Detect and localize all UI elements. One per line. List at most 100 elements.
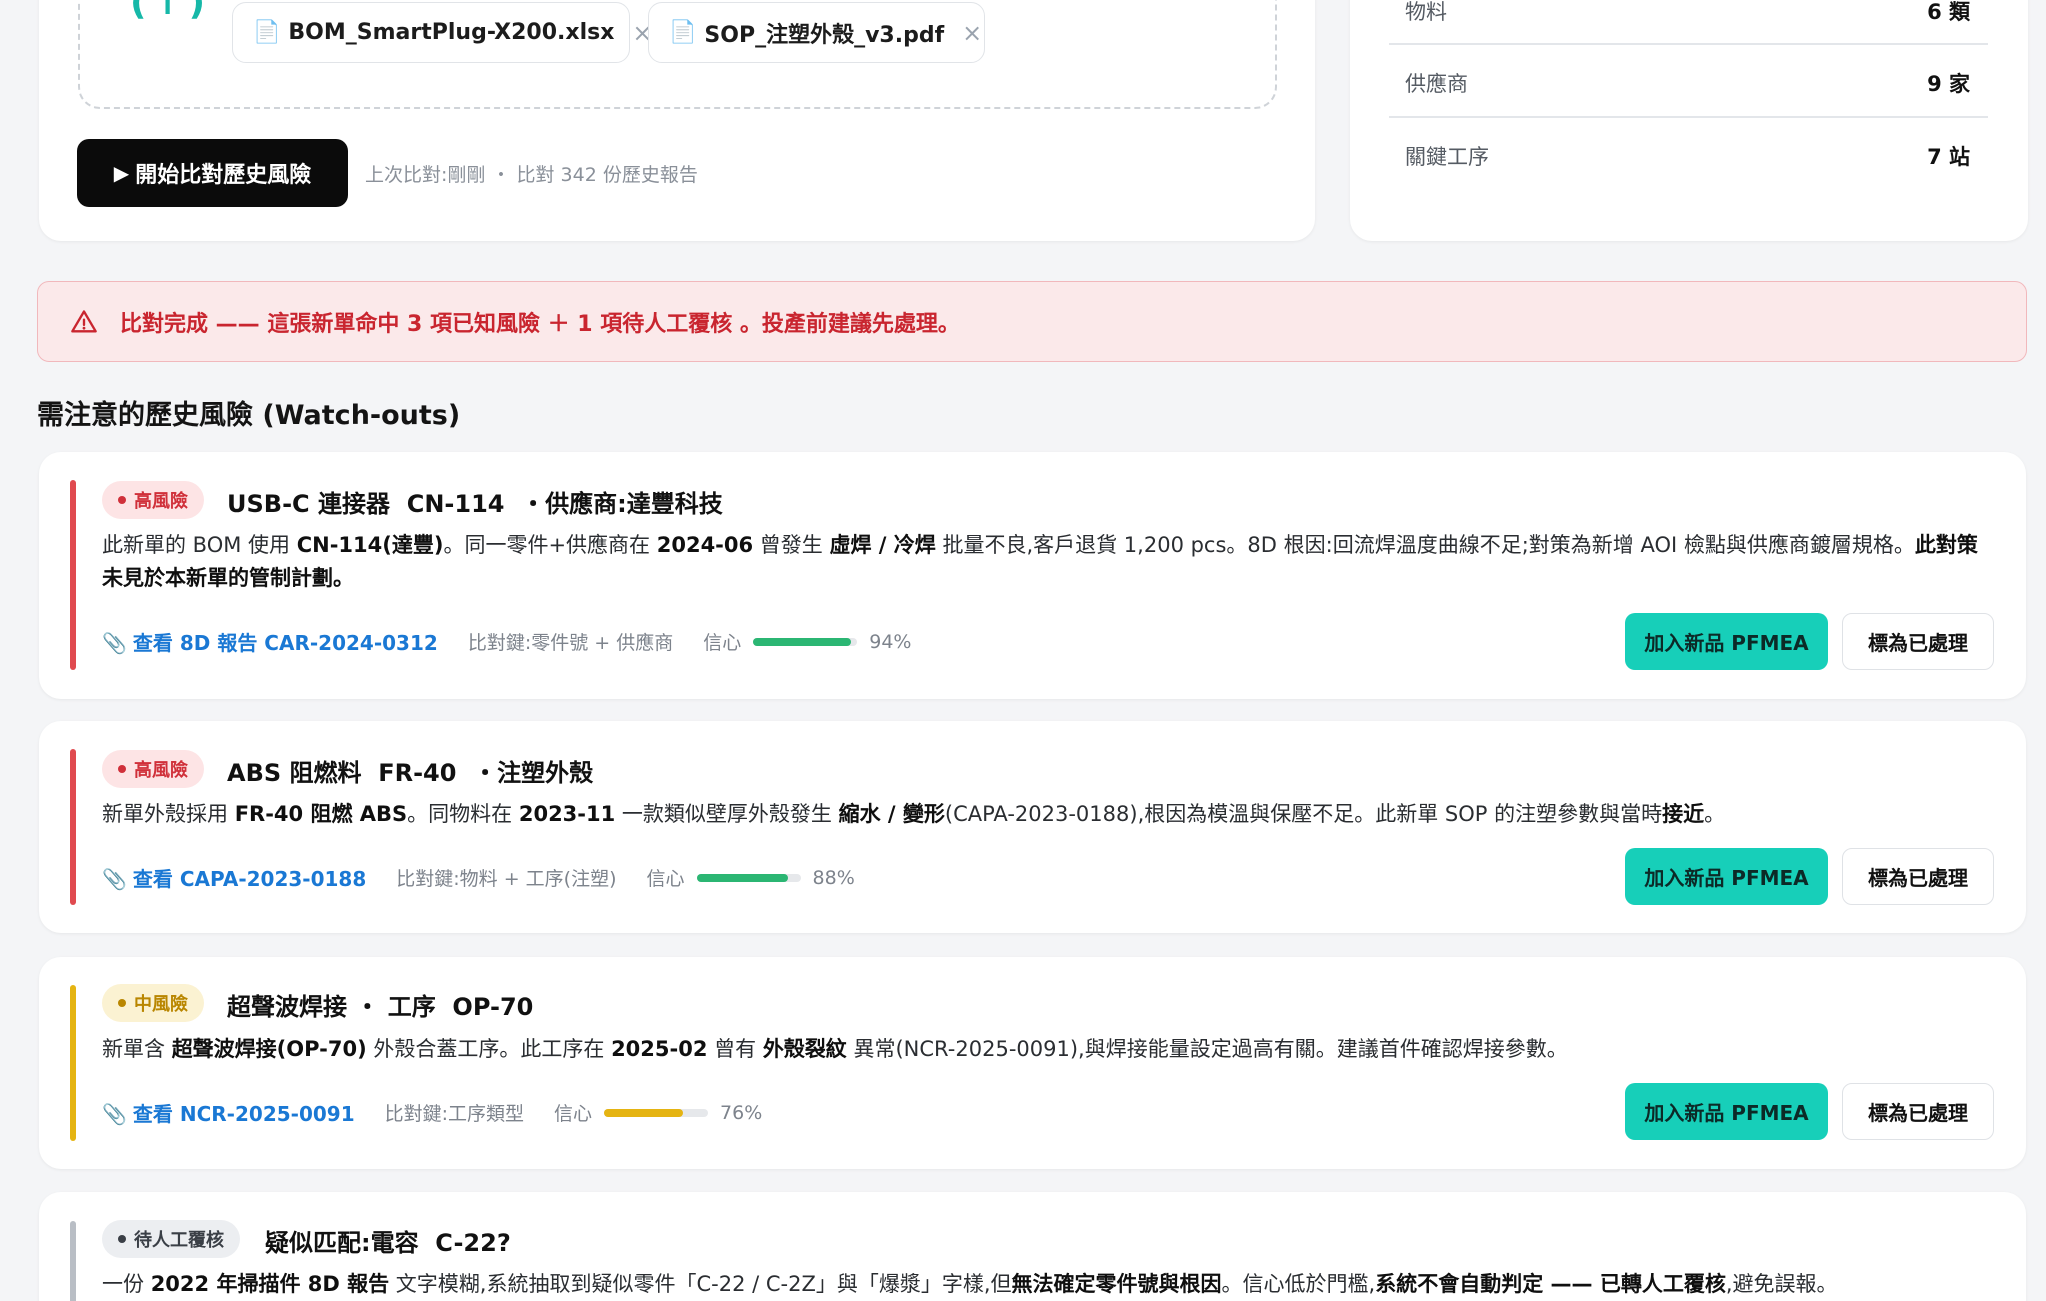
risk-title: USB-C 連接器 CN-114 ・供應商:達豐科技 (227, 490, 723, 518)
description-text: (CAPA-2023-0188),根因為模溫與保壓不足。此新單 SOP 的注塑參… (944, 802, 1663, 826)
badge-dot (118, 1235, 126, 1243)
risk-level-badge: 高風險 (102, 481, 204, 519)
description-text: 。同一零件+供應商在 (443, 533, 657, 557)
alert-pending-review: 1 項待人工覆核 (577, 311, 733, 337)
description-text: 異常(NCR-2025-0091),與焊接能量設定過高有關。建議首件確認焊接參數… (846, 1037, 1568, 1061)
emphasis-text: 接近 (1662, 802, 1705, 826)
file-name: SOP_注塑外殼_v3.pdf (704, 22, 945, 48)
document-icon: 📄 (669, 20, 697, 45)
paperclip-icon: 📎 (102, 1102, 127, 1126)
stat-value-suppliers: 9 家 (1927, 72, 1970, 96)
stat-value-key-processes: 7 站 (1927, 145, 1970, 169)
risk-meta: 📎 查看 NCR-2025-0091 比對鍵:工序類型 信心 76% (102, 1098, 762, 1127)
last-compare-status: 上次比對:剛剛 ・ 比對 342 份歷史報告 (365, 164, 698, 186)
file-chip-bom: 📄 BOM_SmartPlug-X200.xlsx × (232, 2, 653, 63)
description-text: 新單含 (102, 1037, 172, 1061)
report-link-label: 查看 8D 報告 CAR-2024-0312 (132, 631, 438, 655)
description-text: 。同物料在 (407, 802, 519, 826)
report-link[interactable]: 📎 查看 8D 報告 CAR-2024-0312 (102, 627, 438, 656)
report-link[interactable]: 📎 查看 CAPA-2023-0188 (102, 863, 366, 892)
confidence-bar (604, 1108, 709, 1117)
description-text: 批量不良,客戶退貨 1,200 pcs。8D 根因:回流焊溫度曲線不足;對策為新… (935, 533, 1915, 557)
remove-file-icon[interactable]: × (962, 19, 982, 47)
badge-label: 中風險 (134, 994, 188, 1015)
file-chip-sop: 📄 SOP_注塑外殼_v3.pdf × (648, 2, 985, 63)
badge-dot (118, 496, 126, 504)
confidence-value: 76% (720, 1101, 763, 1124)
emphasis-text: 無法確定零件號與根因 (1011, 1272, 1222, 1296)
risk-description: 新單含 超聲波焊接(OP-70) 外殼合蓋工序。此工序在 2025-02 曾有 … (102, 1033, 1982, 1066)
stat-label-materials: 物料 (1405, 0, 1447, 24)
match-key: 比對鍵:零件號 + 供應商 (467, 632, 674, 654)
description-text: 一份 (102, 1272, 151, 1296)
description-text: ,避免誤報。 (1725, 1272, 1838, 1296)
report-link-label: 查看 CAPA-2023-0188 (132, 867, 367, 891)
emphasis-text: 系統不會自動判定 —— 已轉人工覆核 (1375, 1272, 1726, 1296)
add-pfmea-button[interactable]: 加入新品 PFMEA (1625, 613, 1828, 670)
upload-icon[interactable]: (↑) (130, 0, 205, 26)
stats-divider (1389, 43, 1988, 45)
emphasis-text: 外殼裂紋 (762, 1037, 847, 1061)
emphasis-text: 超聲波焊接(OP-70) (171, 1037, 367, 1061)
document-icon: 📄 (253, 20, 281, 45)
description-text: 一款類似壁厚外殼發生 (615, 802, 839, 826)
mark-done-button[interactable]: 標為已處理 (1842, 1083, 1994, 1140)
report-link[interactable]: 📎 查看 NCR-2025-0091 (102, 1098, 355, 1127)
risk-level-bar (70, 749, 76, 905)
risk-level-badge: 高風險 (102, 750, 204, 788)
badge-dot (118, 999, 126, 1007)
alert-known-risks: 3 項已知風險 (406, 311, 540, 337)
risk-level-bar (70, 1221, 76, 1301)
emphasis-text: 縮水 / 變形 (838, 802, 945, 826)
confidence-value: 88% (812, 866, 855, 889)
start-compare-button[interactable]: ▶ 開始比對歷史風險 (77, 139, 348, 207)
confidence-fill (753, 637, 851, 646)
emphasis-text: 2022 年掃描件 8D 報告 (150, 1272, 390, 1296)
paperclip-icon: 📎 (102, 631, 127, 655)
section-title: 需注意的歷史風險 (Watch-outs) (37, 400, 461, 431)
description-text: 外殼合蓋工序。此工序在 (366, 1037, 612, 1061)
risk-meta: 📎 查看 CAPA-2023-0188 比對鍵:物料 + 工序(注塑) 信心 88… (102, 863, 855, 892)
description-text: 曾發生 (753, 533, 830, 557)
stat-value-materials: 6 類 (1927, 0, 1970, 24)
confidence-value: 94% (869, 630, 912, 653)
risk-level-badge: 中風險 (102, 984, 204, 1022)
emphasis-text: 2025-02 (611, 1037, 708, 1061)
warning-icon (71, 309, 97, 332)
confidence-label: 信心 (703, 632, 742, 654)
file-name: BOM_SmartPlug-X200.xlsx (288, 20, 615, 45)
emphasis-text: CN-114(達豐) (296, 533, 444, 557)
add-pfmea-button[interactable]: 加入新品 PFMEA (1625, 848, 1828, 905)
risk-description: 一份 2022 年掃描件 8D 報告 文字模糊,系統抽取到疑似零件「C-22 /… (102, 1268, 1982, 1301)
confidence-bar (753, 637, 858, 646)
description-text: 此新單的 BOM 使用 (102, 533, 297, 557)
compare-result-alert: 比對完成 —— 這張新單命中 3 項已知風險 ＋ 1 項待人工覆核 。投產前建議… (37, 281, 2027, 362)
add-pfmea-button[interactable]: 加入新品 PFMEA (1625, 1083, 1828, 1140)
alert-advice: 。投產前建議先處理。 (732, 311, 960, 337)
risk-level-bar (70, 985, 76, 1141)
match-key: 比對鍵:物料 + 工序(注塑) (396, 868, 617, 890)
stats-divider (1389, 116, 1988, 118)
risk-title: ABS 阻燃料 FR-40 ・注塑外殼 (227, 759, 594, 787)
stat-label-key-processes: 關鍵工序 (1405, 145, 1489, 169)
report-link-label: 查看 NCR-2025-0091 (132, 1102, 355, 1126)
risk-title: 超聲波焊接 ・ 工序 OP-70 (227, 993, 534, 1021)
stats-card (1350, 0, 2028, 241)
badge-label: 高風險 (134, 760, 188, 781)
mark-done-button[interactable]: 標為已處理 (1842, 848, 1994, 905)
risk-description: 新單外殼採用 FR-40 阻燃 ABS。同物料在 2023-11 一款類似壁厚外… (102, 798, 1982, 831)
confidence-fill (604, 1108, 684, 1117)
confidence-fill (696, 873, 789, 882)
play-icon: ▶ (113, 161, 130, 185)
paperclip-icon: 📎 (102, 867, 127, 891)
stat-label-suppliers: 供應商 (1405, 72, 1468, 96)
mark-done-button[interactable]: 標為已處理 (1842, 613, 1994, 670)
description-text: 新單外殼採用 (102, 802, 235, 826)
emphasis-text: 虛焊 / 冷焊 (829, 533, 936, 557)
badge-label: 待人工覆核 (134, 1230, 224, 1251)
description-text: 曾有 (707, 1037, 763, 1061)
confidence-bar (696, 873, 801, 882)
emphasis-text: FR-40 阻燃 ABS (234, 802, 408, 826)
description-text: 。 (1704, 802, 1726, 826)
badge-label: 高風險 (134, 491, 188, 512)
